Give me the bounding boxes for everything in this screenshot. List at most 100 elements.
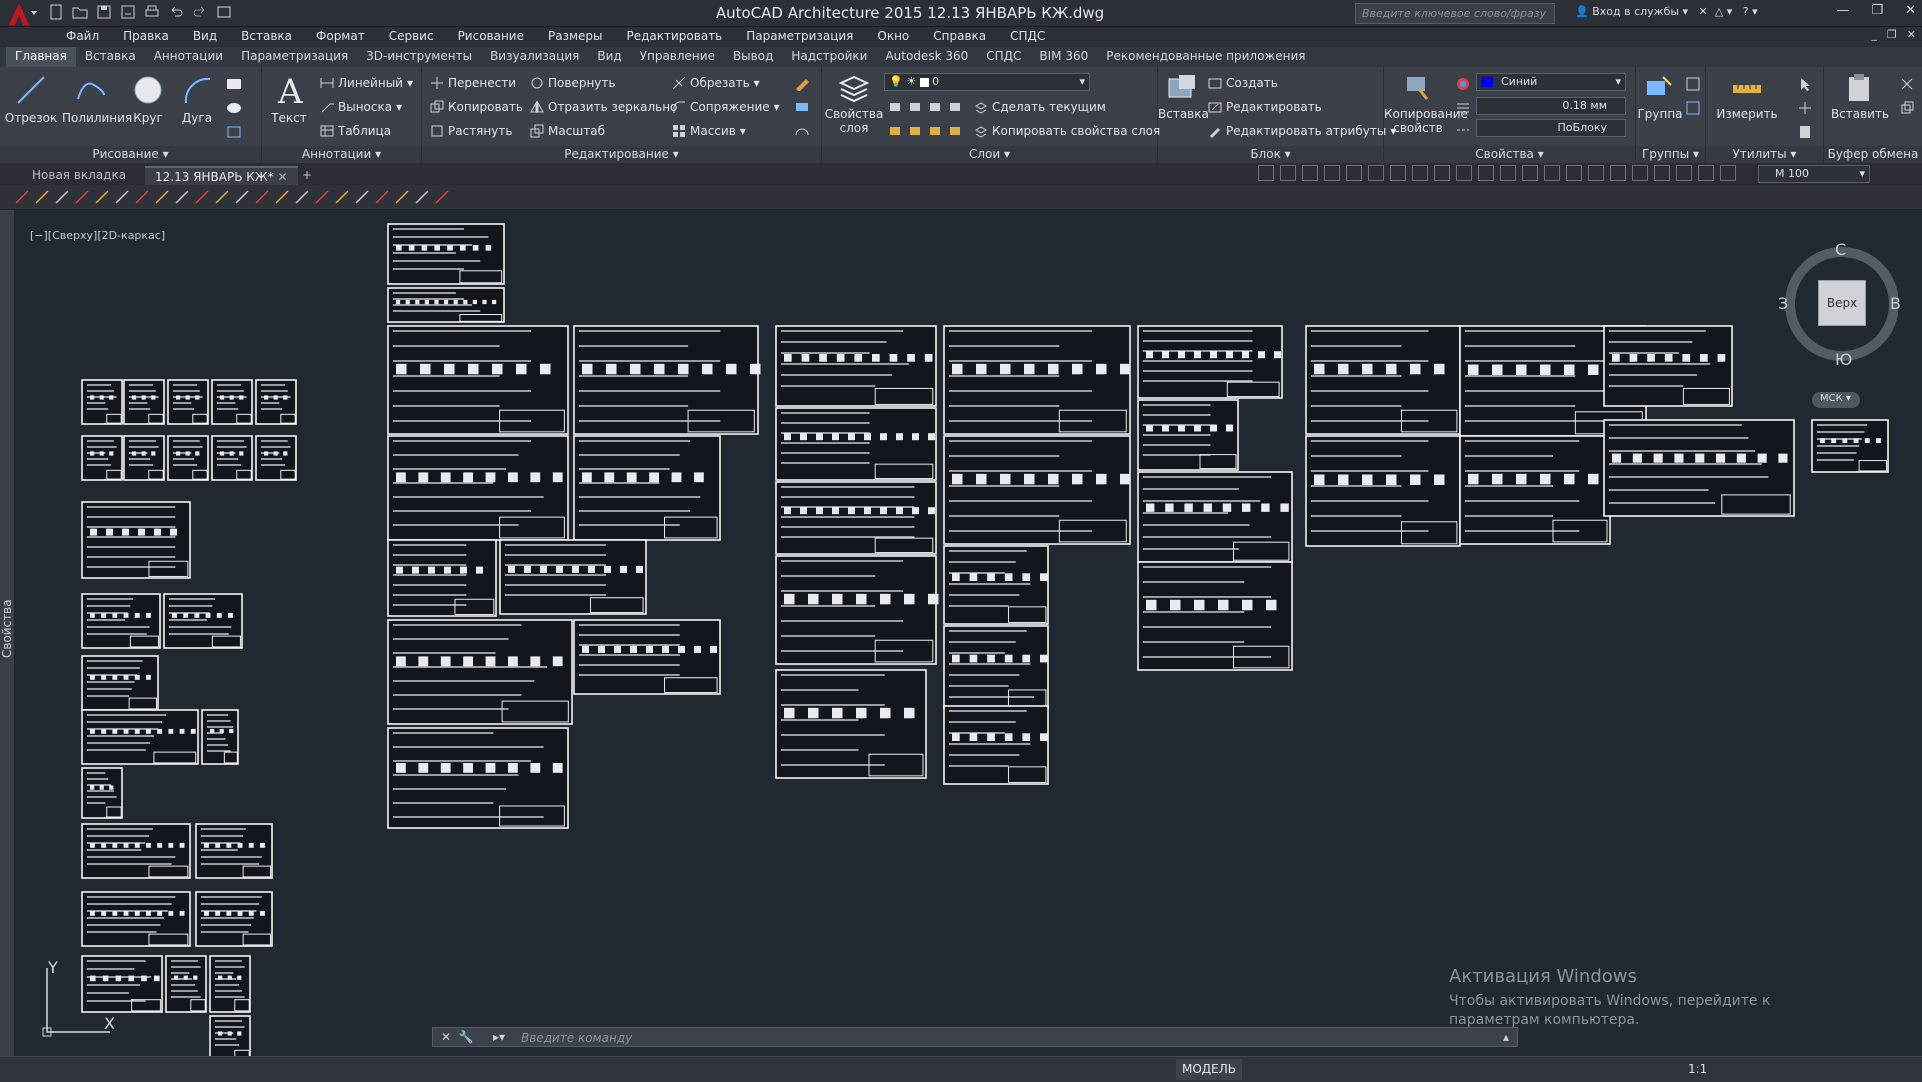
status-toggle-icon[interactable] xyxy=(1740,1062,1755,1077)
calculator-icon[interactable] xyxy=(1798,123,1812,141)
drawing-sheet[interactable] xyxy=(775,481,937,555)
group-edit-icon[interactable] xyxy=(1686,99,1700,117)
status-toggle-icon[interactable] xyxy=(1915,1062,1922,1077)
trim-button[interactable]: Обрезать ▾ xyxy=(672,74,760,92)
draw-tool-icon[interactable] xyxy=(254,189,270,205)
draw-tool-icon[interactable] xyxy=(194,189,210,205)
status-toggle-icon[interactable] xyxy=(1565,1062,1580,1077)
array-button[interactable]: Массив ▾ xyxy=(672,122,746,140)
draw-tool-icon[interactable] xyxy=(94,189,110,205)
dimension-tool-icon[interactable] xyxy=(1676,165,1692,181)
id-point-icon[interactable] xyxy=(1798,99,1812,117)
create-block-button[interactable]: Создать xyxy=(1208,74,1278,92)
drawing-sheet[interactable] xyxy=(81,767,123,819)
drawing-sheet[interactable] xyxy=(387,223,505,285)
status-toggle-icon[interactable] xyxy=(1540,1062,1555,1077)
offset-icon[interactable] xyxy=(794,122,810,140)
drawing-sheet[interactable] xyxy=(163,593,243,649)
draw-tool-icon[interactable] xyxy=(294,189,310,205)
ribbon-tab[interactable]: Вывод xyxy=(724,47,782,67)
polyline-button[interactable]: Полилиния xyxy=(62,73,132,125)
menu-item[interactable]: Файл xyxy=(54,27,111,47)
draw-tool-icon[interactable] xyxy=(354,189,370,205)
stretch-button[interactable]: Растянуть xyxy=(430,122,512,140)
edit-block-button[interactable]: Редактировать xyxy=(1208,98,1322,116)
layer-properties-button[interactable]: Свойства слоя xyxy=(824,73,884,135)
panel-block-title[interactable]: Блок ▾ xyxy=(1158,146,1383,163)
compass-north[interactable]: С xyxy=(1835,240,1846,259)
drawing-sheet[interactable] xyxy=(573,325,759,435)
drawing-sheet[interactable] xyxy=(209,1015,251,1060)
draw-tool-icon[interactable] xyxy=(314,189,330,205)
command-line[interactable]: ✕ 🔧 ▸▾ Введите команду ▴ xyxy=(432,1027,1518,1047)
group-button[interactable]: Группа xyxy=(1636,73,1684,121)
menu-item[interactable]: Справка xyxy=(921,27,998,47)
draw-tool-icon[interactable] xyxy=(274,189,290,205)
status-toggle-icon[interactable] xyxy=(1665,1062,1680,1077)
status-toggle-icon[interactable] xyxy=(1315,1062,1330,1077)
drawing-sheet[interactable] xyxy=(943,325,1131,435)
move-button[interactable]: Перенести xyxy=(430,74,516,92)
drawing-sheet[interactable] xyxy=(211,379,253,425)
dimension-tool-icon[interactable] xyxy=(1324,165,1340,181)
draw-tool-icon[interactable] xyxy=(74,189,90,205)
viewport-controls[interactable]: [−][Сверху][2D-каркас] xyxy=(30,229,165,242)
panel-utilities-title[interactable]: Утилиты ▾ xyxy=(1706,146,1823,163)
open-file-icon[interactable] xyxy=(72,4,90,22)
draw-tool-icon[interactable] xyxy=(154,189,170,205)
drawing-sheet[interactable] xyxy=(943,625,1049,709)
drawing-sheet[interactable] xyxy=(81,379,123,425)
ribbon-tab[interactable]: СПДС xyxy=(977,47,1030,67)
ribbon-tab[interactable]: Управление xyxy=(631,47,724,67)
add-tab-button[interactable]: + xyxy=(292,166,322,185)
dimension-tool-icon[interactable] xyxy=(1500,165,1516,181)
draw-tool-icon[interactable] xyxy=(334,189,350,205)
drawing-sheet[interactable] xyxy=(201,709,239,765)
dimension-tool-icon[interactable] xyxy=(1544,165,1560,181)
draw-tool-icon[interactable] xyxy=(174,189,190,205)
status-toggle-icon[interactable] xyxy=(1590,1062,1605,1077)
dimension-tool-icon[interactable] xyxy=(1610,165,1626,181)
drawing-sheet[interactable] xyxy=(211,435,253,481)
dimension-tool-icon[interactable] xyxy=(1258,165,1274,181)
edit-attributes-button[interactable]: Редактировать атрибуты ▾ xyxy=(1208,122,1396,140)
measure-button[interactable]: Измерить xyxy=(1712,73,1782,121)
status-toggle-icon[interactable] xyxy=(1840,1062,1855,1077)
dimension-tool-icon[interactable] xyxy=(1632,165,1648,181)
search-input[interactable]: Введите ключевое слово/фразу xyxy=(1355,3,1555,24)
viewcube[interactable]: Верх С Ю З В xyxy=(1778,240,1901,369)
draw-tool-icon[interactable] xyxy=(214,189,230,205)
menu-item[interactable]: Сервис xyxy=(377,27,446,47)
draw-tool-icon[interactable] xyxy=(54,189,70,205)
status-toggle-icon[interactable] xyxy=(1365,1062,1380,1077)
drawing-sheet[interactable] xyxy=(165,955,207,1013)
viewcube-top-face[interactable]: Верх xyxy=(1818,280,1866,326)
cut-icon[interactable] xyxy=(1900,75,1914,93)
save-icon[interactable] xyxy=(96,4,114,22)
paste-button[interactable]: Вставить xyxy=(1830,73,1890,121)
ribbon-tab[interactable]: Визуализация xyxy=(481,47,588,67)
drawing-sheet[interactable] xyxy=(81,593,161,649)
dimension-tool-icon[interactable] xyxy=(1280,165,1296,181)
drawing-sheet[interactable] xyxy=(499,539,647,615)
status-toggle-icon[interactable] xyxy=(1340,1062,1355,1077)
scale-dropdown[interactable]: М 100 ▾ xyxy=(1758,165,1870,183)
menu-item[interactable]: Рисование xyxy=(446,27,536,47)
menu-item[interactable]: Формат xyxy=(304,27,377,47)
wrench-icon[interactable]: 🔧 xyxy=(459,1030,474,1044)
doc-close-icon[interactable]: ✕ xyxy=(1907,28,1916,41)
insert-block-button[interactable]: Вставка xyxy=(1158,73,1209,121)
drawing-sheet[interactable] xyxy=(387,325,569,435)
status-toggle-icon[interactable] xyxy=(1640,1062,1655,1077)
properties-side-panel[interactable]: Свойства xyxy=(0,210,14,1060)
drawing-sheet[interactable] xyxy=(775,407,937,481)
status-toggle-icon[interactable] xyxy=(1490,1062,1505,1077)
status-toggle-icon[interactable] xyxy=(1390,1062,1405,1077)
ribbon-tab[interactable]: Аннотации xyxy=(145,47,232,67)
leader-button[interactable]: Выноска ▾ xyxy=(320,98,402,116)
linetype-dropdown[interactable]: ПоБлоку xyxy=(1476,119,1626,137)
command-prompt-icon[interactable]: ▸▾ xyxy=(493,1030,505,1044)
print-icon[interactable] xyxy=(144,4,162,22)
dimension-tool-icon[interactable] xyxy=(1654,165,1670,181)
ribbon-tab[interactable]: Надстройки xyxy=(782,47,876,67)
